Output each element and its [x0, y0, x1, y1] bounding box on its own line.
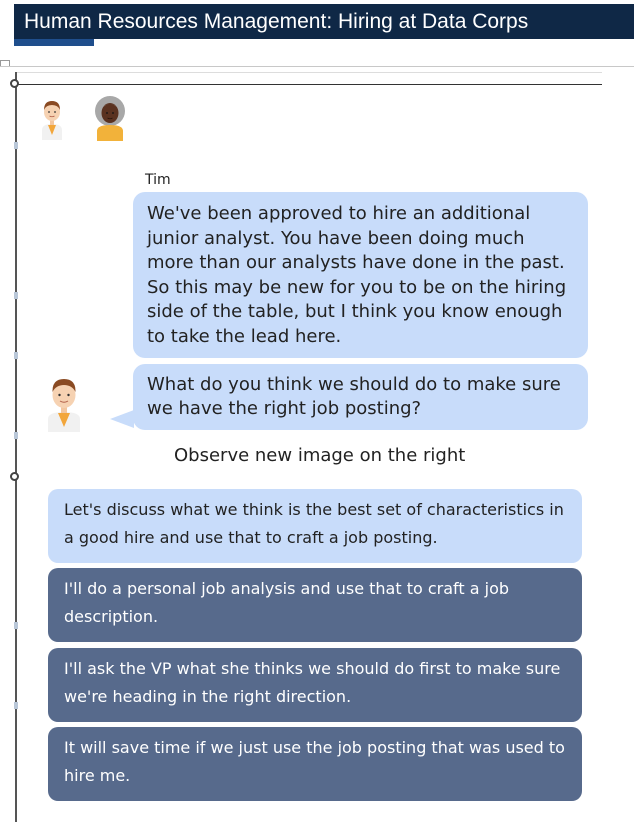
response-option[interactable]: It will save time if we just use the job… — [48, 727, 582, 801]
page-title: Human Resources Management: Hiring at Da… — [24, 10, 529, 33]
instruction-text: Observe new image on the right — [174, 445, 466, 466]
timeline-node[interactable] — [10, 472, 19, 481]
bubble-tail — [110, 410, 134, 428]
message-bubble: We've been approved to hire an additiona… — [133, 192, 588, 358]
timeline-tick — [14, 702, 18, 709]
speaker-avatar-icon — [48, 379, 80, 432]
header-accent — [14, 39, 94, 46]
scene-top-border — [16, 72, 602, 73]
female-avatar-icon — [95, 96, 125, 141]
timeline-tick — [14, 622, 18, 629]
header-divider — [0, 66, 634, 67]
timeline-tick — [14, 292, 18, 299]
timeline-line — [15, 72, 17, 822]
male-avatar-icon — [42, 101, 62, 140]
timeline-node[interactable] — [10, 79, 19, 88]
timeline-tick — [14, 432, 18, 439]
message-bubble: What do you think we should do to make s… — [133, 364, 588, 430]
timeline-tick — [14, 142, 18, 149]
speaker-name: Tim — [145, 172, 171, 188]
header-bar: Human Resources Management: Hiring at Da… — [14, 4, 634, 39]
scene-top-line — [16, 84, 602, 85]
response-option[interactable]: I'll ask the VP what she thinks we shoul… — [48, 648, 582, 722]
timeline-tick — [14, 352, 18, 359]
response-option[interactable]: I'll do a personal job analysis and use … — [48, 568, 582, 642]
response-option[interactable]: Let's discuss what we think is the best … — [48, 489, 582, 563]
